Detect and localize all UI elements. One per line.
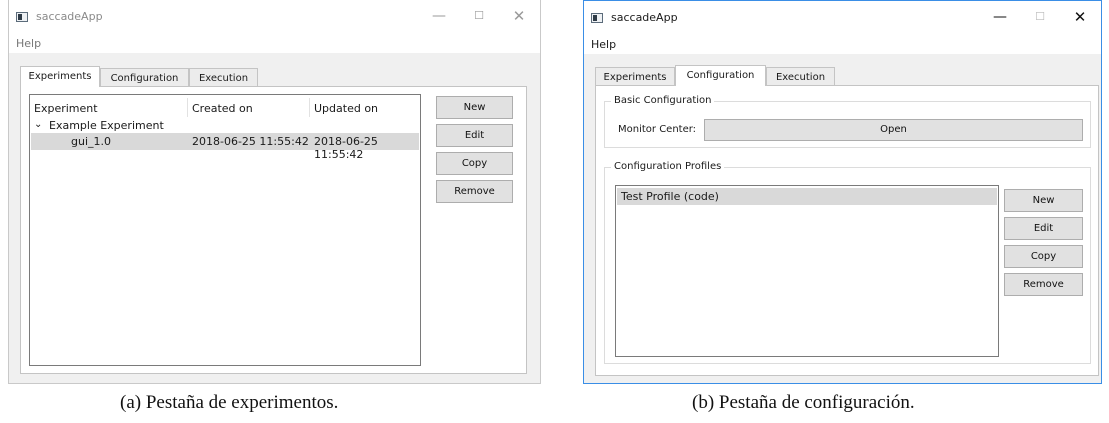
column-header-experiment[interactable]: Experiment [34, 102, 98, 115]
column-header-created[interactable]: Created on [192, 102, 253, 115]
tab-experiments[interactable]: Experiments [595, 67, 675, 86]
title-bar[interactable]: saccadeApp — ☐ ✕ [584, 1, 1101, 34]
window-title: saccadeApp [36, 10, 103, 23]
profile-label: Test Profile (code) [621, 190, 719, 203]
minimize-icon[interactable]: — [424, 5, 454, 27]
window-client: Experiments Configuration Execution Basi… [584, 54, 1101, 383]
configuration-profiles-group: Configuration Profiles Test Profile (cod… [604, 161, 1091, 364]
experiments-tree[interactable]: Experiment Created on Updated on ⌄ Examp… [29, 94, 421, 366]
menu-bar: Help [584, 34, 1101, 54]
maximize-icon[interactable]: ☐ [464, 5, 494, 27]
minimize-icon[interactable]: — [985, 6, 1015, 28]
list-item[interactable]: Test Profile (code) [617, 188, 997, 205]
column-divider [309, 98, 310, 117]
group-title: Configuration Profiles [611, 161, 725, 172]
close-icon[interactable]: ✕ [1065, 6, 1095, 28]
column-divider [187, 98, 188, 117]
cell-experiment: gui_1.0 [71, 135, 112, 148]
caption-a: (a) Pestaña de experimentos. [120, 392, 339, 413]
tab-configuration[interactable]: Configuration [100, 68, 189, 87]
window-client: Experiments Configuration Execution Expe… [9, 53, 540, 383]
remove-button[interactable]: Remove [436, 180, 513, 203]
menu-help[interactable]: Help [16, 37, 41, 50]
window-title: saccadeApp [611, 11, 678, 24]
table-row[interactable]: gui_1.0 2018-06-25 11:55:42 2018-06-25 1… [31, 133, 419, 161]
tab-execution[interactable]: Execution [766, 67, 835, 86]
edit-button[interactable]: Edit [436, 124, 513, 147]
column-header-updated[interactable]: Updated on [314, 102, 378, 115]
tab-configuration[interactable]: Configuration [675, 65, 766, 86]
copy-button[interactable]: Copy [1004, 245, 1083, 268]
cell-updated: 2018-06-25 11:55:42 [314, 135, 378, 161]
tree-group-item[interactable]: Example Experiment [49, 119, 164, 132]
close-icon[interactable]: ✕ [504, 5, 534, 27]
menu-bar: Help [9, 33, 540, 53]
window-experiments: saccadeApp — ☐ ✕ Help Experiments Config… [8, 0, 541, 384]
window-configuration: saccadeApp — ☐ ✕ Help Experiments Config… [583, 0, 1102, 384]
experiments-pane: Experiment Created on Updated on ⌄ Examp… [20, 86, 527, 374]
new-button[interactable]: New [436, 96, 513, 119]
group-title: Basic Configuration [611, 95, 715, 106]
menu-help[interactable]: Help [591, 38, 616, 51]
cell-created: 2018-06-25 11:55:42 [192, 135, 309, 148]
app-icon [591, 13, 603, 23]
remove-button[interactable]: Remove [1004, 273, 1083, 296]
basic-configuration-group: Basic Configuration Monitor Center: Open [604, 95, 1091, 148]
configuration-pane: Basic Configuration Monitor Center: Open… [595, 85, 1099, 376]
monitor-center-label: Monitor Center: [618, 124, 697, 135]
title-bar[interactable]: saccadeApp — ☐ ✕ [9, 0, 540, 33]
profiles-list[interactable]: Test Profile (code) [615, 185, 999, 357]
edit-button[interactable]: Edit [1004, 217, 1083, 240]
app-icon [16, 12, 28, 22]
tab-experiments[interactable]: Experiments [20, 66, 100, 87]
caption-b: (b) Pestaña de configuración. [692, 392, 915, 413]
tab-execution[interactable]: Execution [189, 68, 258, 87]
maximize-icon[interactable]: ☐ [1025, 6, 1055, 28]
open-monitor-center-button[interactable]: Open [704, 119, 1083, 141]
copy-button[interactable]: Copy [436, 152, 513, 175]
chevron-down-icon[interactable]: ⌄ [34, 119, 42, 130]
new-button[interactable]: New [1004, 189, 1083, 212]
